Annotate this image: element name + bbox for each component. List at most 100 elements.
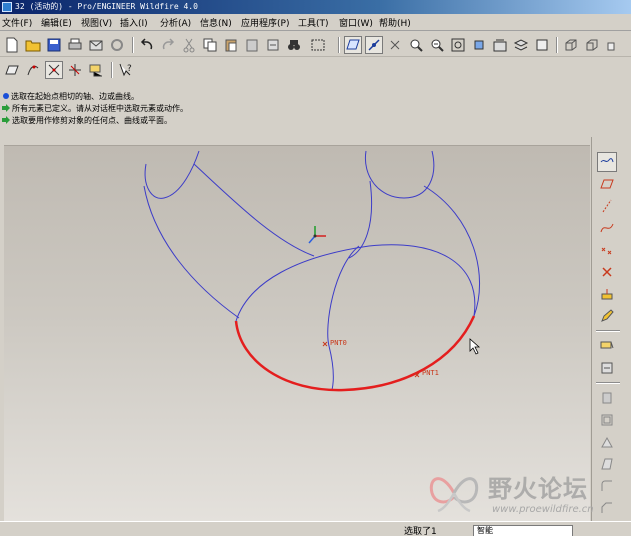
- analysis-tool-button[interactable]: [597, 284, 617, 304]
- curve-inner-cross: [327, 245, 360, 391]
- datum-point-icon: [390, 40, 400, 50]
- coordinate-system-icon: [602, 267, 612, 277]
- menu-analysis[interactable]: 分析(A): [160, 16, 191, 29]
- coordinate-system-tool-button[interactable]: [597, 262, 617, 282]
- hole-icon: [602, 392, 612, 404]
- undo-icon: [140, 38, 153, 50]
- coordinate-triad: [308, 226, 326, 244]
- sketch-plane-button[interactable]: [3, 61, 21, 79]
- hidden-line-button[interactable]: [583, 36, 601, 54]
- menu-file[interactable]: 文件(F): [2, 16, 32, 29]
- print-button[interactable]: [66, 36, 84, 54]
- reorient-button[interactable]: [470, 36, 488, 54]
- menu-window[interactable]: 窗口(W): [339, 16, 373, 29]
- app-icon: [2, 2, 12, 12]
- copy-button[interactable]: [201, 36, 219, 54]
- redo-icon: [162, 38, 175, 50]
- menu-insert[interactable]: 插入(I): [120, 16, 148, 29]
- paste-button[interactable]: [222, 36, 240, 54]
- save-button[interactable]: [45, 36, 63, 54]
- refit-icon: [451, 38, 465, 52]
- selection-box-button[interactable]: [306, 36, 330, 54]
- datum-plane-display-toggle[interactable]: [344, 36, 362, 54]
- intersect-icon: [69, 64, 81, 76]
- mail-icon: [89, 40, 103, 51]
- datum-point-display-toggle[interactable]: [386, 36, 404, 54]
- extrude-icon: [600, 341, 614, 349]
- blue-dot-icon: [3, 93, 9, 99]
- round-tool-button[interactable]: [597, 476, 617, 496]
- pencil-icon: [601, 309, 614, 322]
- redo-button[interactable]: [159, 36, 177, 54]
- datum-axis-display-toggle[interactable]: [365, 36, 383, 54]
- cut-button[interactable]: [180, 36, 198, 54]
- shell-tool-button[interactable]: [597, 410, 617, 430]
- datum-axis-icon: [368, 39, 380, 51]
- zoom-out-button[interactable]: [428, 36, 446, 54]
- wireframe-icon: [565, 39, 577, 51]
- regenerate-button[interactable]: [108, 36, 126, 54]
- menu-help[interactable]: 帮助(H): [379, 16, 411, 29]
- menu-edit[interactable]: 编辑(E): [41, 16, 72, 29]
- project-button[interactable]: [87, 61, 105, 79]
- zoom-in-button[interactable]: [407, 36, 425, 54]
- datum-plane-icon: [600, 158, 614, 163]
- extrude-tool-button[interactable]: [597, 336, 617, 356]
- refit-button[interactable]: [449, 36, 467, 54]
- curve-tool-button[interactable]: [597, 218, 617, 238]
- menu-tools[interactable]: 工具(T): [298, 16, 329, 29]
- view-manager-button[interactable]: [533, 36, 551, 54]
- send-mail-button[interactable]: [87, 36, 105, 54]
- round-icon: [601, 480, 612, 491]
- sketch-tool-button[interactable]: [597, 306, 617, 326]
- datum-plane-tool-button[interactable]: [597, 152, 617, 172]
- axis-tool-button[interactable]: [597, 196, 617, 216]
- curve-upper-left-ellipse: [144, 150, 200, 199]
- draft-tool-button[interactable]: [597, 454, 617, 474]
- window-title: 32 (活动的) - Pro/ENGINEER Wildfire 4.0: [15, 2, 198, 11]
- datum-point-tool-button[interactable]: [597, 240, 617, 260]
- context-help-button[interactable]: ?: [117, 61, 135, 79]
- layers-icon: [513, 39, 529, 51]
- view-manager-icon: [536, 39, 548, 51]
- saved-views-button[interactable]: [491, 36, 509, 54]
- menu-view[interactable]: 视图(V): [81, 16, 112, 29]
- selection-filter-dropdown[interactable]: 智能: [473, 525, 573, 536]
- rib-tool-button[interactable]: [597, 432, 617, 452]
- scissors-icon: [183, 38, 195, 53]
- model-canvas[interactable]: [4, 146, 590, 521]
- regenerate-model-icon: [267, 39, 279, 51]
- menu-applications[interactable]: 应用程序(P): [241, 16, 289, 29]
- message-line: 选取要用作修剪对象的任何点、曲线或平面。: [2, 114, 172, 126]
- menu-info[interactable]: 信息(N): [200, 16, 232, 29]
- save-icon: [47, 38, 61, 52]
- graphics-viewport[interactable]: PNT0 PNT1: [4, 145, 590, 521]
- point-icon: [601, 247, 612, 255]
- datum-axis-tool-button[interactable]: [597, 174, 617, 194]
- undo-button[interactable]: [138, 36, 156, 54]
- trim-button[interactable]: [45, 61, 63, 79]
- revolve-tool-button[interactable]: [597, 358, 617, 378]
- hole-tool-button[interactable]: [597, 388, 617, 408]
- find-button[interactable]: [285, 36, 303, 54]
- intersect-button[interactable]: [66, 61, 84, 79]
- draft-icon: [601, 458, 613, 470]
- new-file-button[interactable]: [3, 36, 21, 54]
- reorient-icon: [474, 40, 484, 50]
- curve-point-button[interactable]: [24, 61, 42, 79]
- binoculars-icon: [288, 40, 300, 50]
- hidden-line-icon: [586, 39, 598, 51]
- regenerate-model-button[interactable]: [264, 36, 282, 54]
- selected-curve: [234, 315, 476, 392]
- curve-point-icon: [27, 65, 39, 76]
- open-file-button[interactable]: [24, 36, 42, 54]
- layers-button[interactable]: [512, 36, 530, 54]
- no-hidden-button[interactable]: [604, 36, 622, 54]
- open-folder-icon: [25, 40, 41, 52]
- wireframe-button[interactable]: [562, 36, 580, 54]
- chamfer-tool-button[interactable]: [597, 498, 617, 518]
- sketch-plane-icon: [5, 65, 19, 75]
- curve-upper-left-edge: [143, 185, 240, 319]
- printer-icon: [68, 38, 82, 50]
- paste-special-button[interactable]: [243, 36, 261, 54]
